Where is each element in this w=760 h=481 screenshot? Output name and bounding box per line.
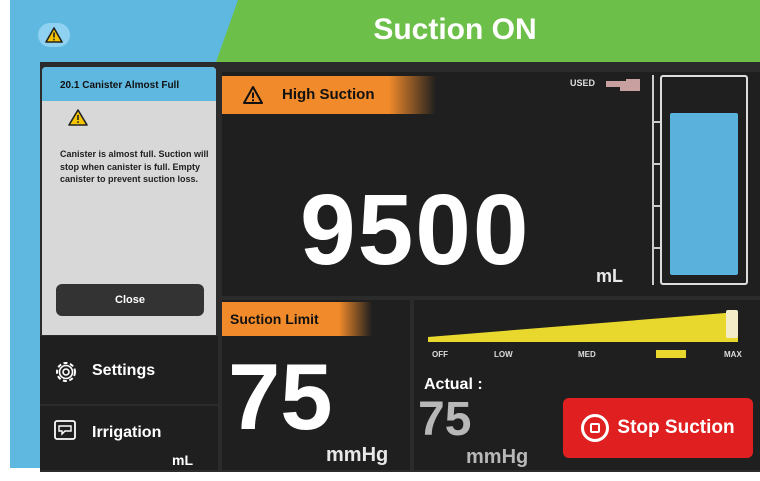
- pointer-hand-icon: [606, 79, 640, 91]
- stop-suction-button[interactable]: Stop Suction: [563, 398, 753, 458]
- close-button[interactable]: Close: [56, 284, 204, 316]
- dialog-title: 20.1 Canister Almost Full: [42, 67, 216, 101]
- dialog-message: Canister is almost full. Suction will st…: [60, 149, 209, 184]
- stop-suction-label: Stop Suction: [617, 417, 735, 438]
- canister-alert-dialog: 20.1 Canister Almost Full Canister is al…: [42, 67, 216, 335]
- stop-icon: [581, 414, 610, 442]
- level-med-label: MED: [578, 350, 596, 359]
- warning-triangle-icon: [45, 27, 63, 43]
- volume-value: 9500: [300, 174, 531, 286]
- gear-icon: [56, 362, 76, 382]
- canister-gauge: [660, 75, 748, 285]
- canister-fill: [670, 113, 738, 275]
- canister-scale: [652, 75, 660, 285]
- actual-unit: mmHg: [466, 446, 529, 468]
- irrigation-label: Irrigation: [92, 424, 162, 441]
- status-title: Suction ON: [373, 13, 537, 46]
- suction-limit-label: Suction Limit: [222, 302, 372, 336]
- alert-badge[interactable]: [38, 23, 70, 47]
- used-label: USED: [570, 78, 596, 88]
- suction-limit-value: 75: [228, 344, 333, 449]
- warning-triangle-icon: [243, 86, 263, 104]
- level-off-label: OFF: [432, 350, 448, 359]
- high-suction-alarm: High Suction: [222, 76, 436, 114]
- high-suction-label: High Suction: [282, 86, 375, 103]
- irrigation-unit: mL: [172, 452, 193, 468]
- suction-level-handle[interactable]: [726, 310, 738, 338]
- current-level-marker: [656, 350, 686, 358]
- irrigation-icon: [54, 420, 76, 440]
- level-low-label: LOW: [494, 350, 513, 359]
- suction-limit-unit: mmHg: [326, 444, 389, 466]
- volume-unit: mL: [596, 266, 623, 286]
- settings-label: Settings: [92, 362, 156, 379]
- warning-triangle-icon: [68, 109, 88, 126]
- actual-label: Actual :: [424, 376, 483, 393]
- level-max-label: MAX: [724, 350, 742, 359]
- actual-value: 75: [418, 393, 472, 446]
